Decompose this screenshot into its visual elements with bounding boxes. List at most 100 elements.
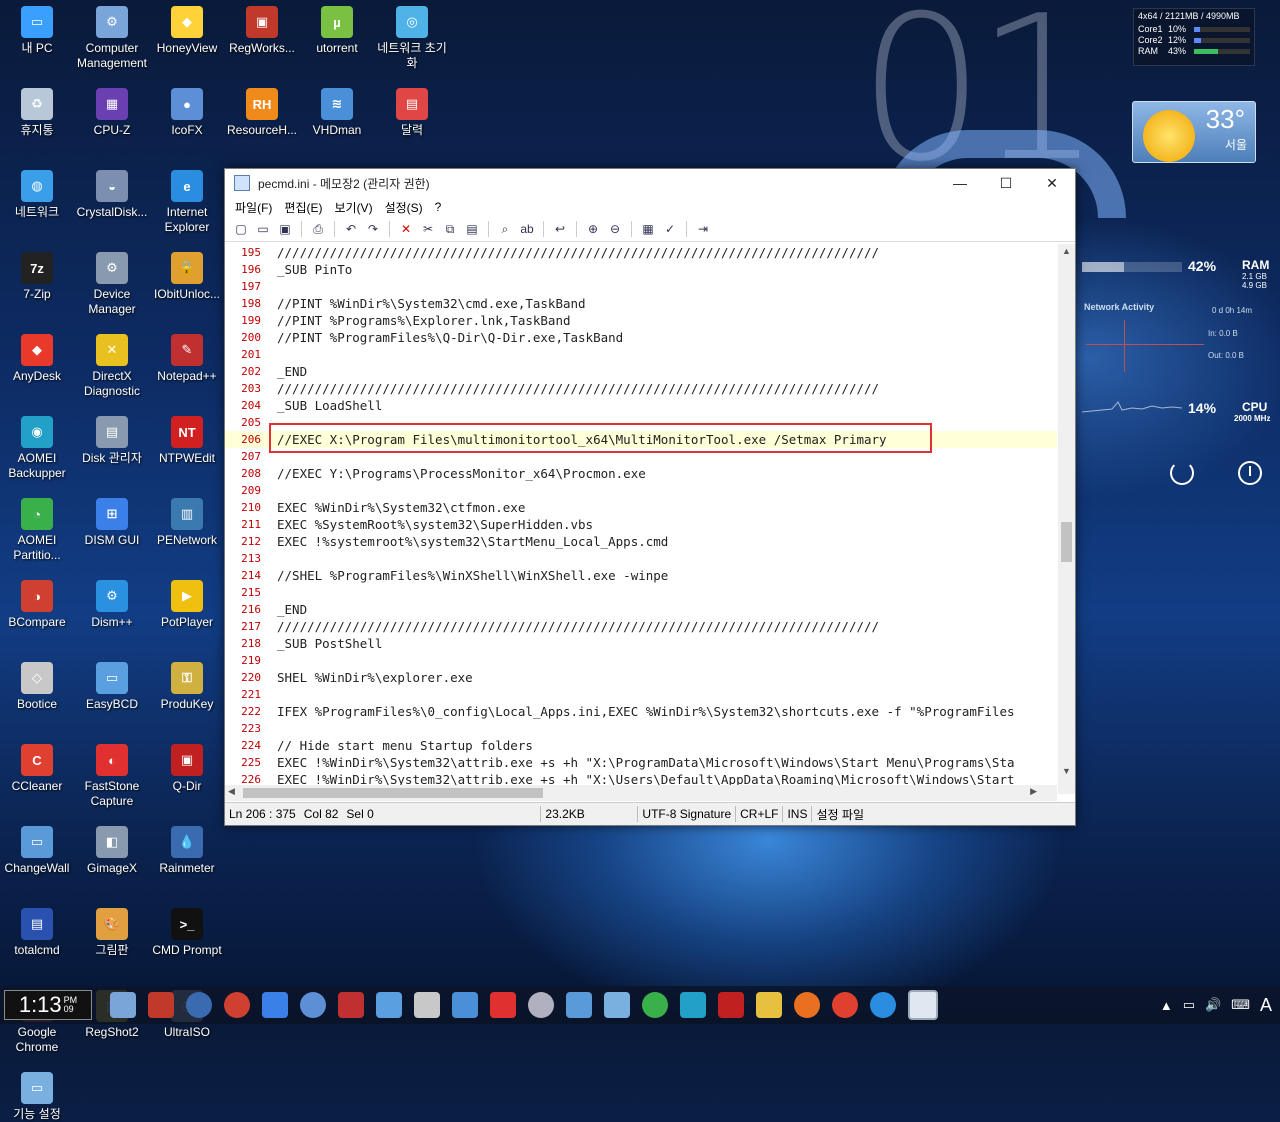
aomei-partition-taskbar-icon[interactable] [642,992,668,1018]
desktop-icon-40[interactable]: 🎨 그림판 [75,908,149,958]
word-wrap-icon[interactable]: ↩ [550,219,570,239]
taskbar-clock[interactable]: 1:13 PM 09 [4,990,92,1020]
editor-area[interactable]: 195 /////////////////////////////////////… [225,244,1057,799]
menu-help[interactable]: ? [429,200,448,214]
vertical-scrollbar[interactable]: ▲ ▼ [1058,244,1075,794]
desktop-icon-32[interactable]: ⚿ ProduKey [150,662,224,712]
desktop-icon-34[interactable]: ◐ FastStone Capture [75,744,149,809]
desktop-icon-36[interactable]: ▭ ChangeWall [0,826,74,876]
firefox-taskbar-icon[interactable] [794,992,820,1018]
vertical-scroll-thumb[interactable] [1061,522,1072,562]
desktop-icon-13[interactable]: ◒ CrystalDisk... [75,170,149,220]
copy-icon[interactable]: ⧉ [440,219,460,239]
desktop-icon-7[interactable]: ▦ CPU-Z [75,88,149,138]
desktop-icon-27[interactable]: ◑ BCompare [0,580,74,630]
print-icon[interactable]: ⎙ [308,219,328,239]
desktop-icon-38[interactable]: 💧 Rainmeter [150,826,224,876]
easybcd-taskbar-icon[interactable] [376,992,402,1018]
save-icon[interactable]: ▣ [275,219,295,239]
regworks-taskbar-icon[interactable] [148,992,174,1018]
desktop-icon-11[interactable]: ▤ 달력 [375,88,449,138]
desktop-icon-45[interactable]: ▭ 기능 설정 [0,1072,74,1122]
desktop-icon-0[interactable]: ▭ 내 PC [0,6,74,56]
close-button[interactable]: ✕ [1029,169,1075,197]
desktop-icon-14[interactable]: e Internet Explorer [150,170,224,235]
chrome-taskbar-icon[interactable] [832,992,858,1018]
desktop-icon-10[interactable]: ≋ VHDman [300,88,374,138]
internet-explorer-taskbar-icon[interactable] [870,992,896,1018]
new-file-icon[interactable]: ▢ [231,219,251,239]
vhdman-taskbar-icon[interactable] [452,992,478,1018]
exit-icon[interactable]: ⇥ [693,219,713,239]
desktop-icon-2[interactable]: ◆ HoneyView [150,6,224,56]
delete-icon[interactable]: ✕ [396,219,416,239]
desktop-icon-8[interactable]: ● IcoFX [150,88,224,138]
zoom-in-icon[interactable]: ⊕ [583,219,603,239]
network-tray-icon[interactable]: ▭ [1183,997,1195,1013]
desktop-icon-33[interactable]: C CCleaner [0,744,74,794]
desktop-icon-29[interactable]: ▶ PotPlayer [150,580,224,630]
icofx-taskbar-icon[interactable] [300,992,326,1018]
power-icon[interactable] [1238,461,1262,485]
desktop-icon-23[interactable]: NT NTPWEdit [150,416,224,466]
menu-settings[interactable]: 설정(S) [379,199,429,216]
bootice-taskbar-icon[interactable] [414,992,440,1018]
zoom-out-icon[interactable]: ⊖ [605,219,625,239]
desktop-icon-19[interactable]: ✕ DirectX Diagnostic [75,334,149,399]
restart-icon[interactable] [1170,461,1194,485]
desktop-icon-21[interactable]: ◉ AOMEI Backupper [0,416,74,481]
status-eol[interactable]: CR+LF [736,807,782,821]
maximize-button[interactable]: ☐ [983,169,1029,197]
aomei-backupper-taskbar-icon[interactable] [680,992,706,1018]
windows-taskbar-icon[interactable] [262,992,288,1018]
status-encoding[interactable]: UTF-8 Signature [638,807,735,821]
desktop-icon-25[interactable]: ⊞ DISM GUI [75,498,149,548]
network-taskbar-icon[interactable] [566,992,592,1018]
horizontal-scrollbar[interactable]: ◀ ▶ [225,785,1057,801]
recycle-taskbar-icon[interactable] [604,992,630,1018]
ime-indicator[interactable]: A [1260,995,1272,1016]
desktop-icon-26[interactable]: ▥ PENetwork [150,498,224,548]
find-icon[interactable]: ⌕ [495,219,515,239]
desktop-icon-20[interactable]: ✎ Notepad++ [150,334,224,384]
desktop-icon-18[interactable]: ◆ AnyDesk [0,334,74,384]
desktop-icon-35[interactable]: ▣ Q-Dir [150,744,224,794]
desktop-icon-39[interactable]: ▤ totalcmd [0,908,74,958]
title-bar[interactable]: pecmd.ini - 메모장2 (관리자 권한) — ☐ ✕ [225,169,1075,197]
ultraiso-taskbar-icon[interactable] [528,992,554,1018]
regshot-taskbar-icon[interactable] [338,992,364,1018]
menu-file[interactable]: 파일(F) [229,199,278,216]
desktop-icon-1[interactable]: ⚙ Computer Management [75,6,149,71]
desktop-icon-22[interactable]: ▤ Disk 관리자 [75,416,149,466]
desktop-icon-3[interactable]: ▣ RegWorks... [225,6,299,56]
desktop-icon-15[interactable]: 7z 7-Zip [0,252,74,302]
menu-edit[interactable]: 편집(E) [278,199,328,216]
desktop-icon-24[interactable]: ◔ AOMEI Partitio... [0,498,74,563]
desktop-icon-41[interactable]: >_ CMD Prompt [150,908,224,958]
bcompare-taskbar-icon[interactable] [224,992,250,1018]
desktop-icon-4[interactable]: µ utorrent [300,6,374,56]
customize-scheme-icon[interactable]: ✓ [660,219,680,239]
open-folder-icon[interactable]: ▭ [253,219,273,239]
desktop-icon-31[interactable]: ▭ EasyBCD [75,662,149,712]
desktop-icon-16[interactable]: ⚙ Device Manager [75,252,149,317]
desktop-icon-5[interactable]: ◎ 네트워크 초기화 [375,6,449,71]
cut-icon[interactable]: ✂ [418,219,438,239]
undo-icon[interactable]: ↶ [341,219,361,239]
scroll-left-icon[interactable]: ◀ [228,786,235,797]
volume-tray-icon[interactable]: 🔊 [1205,997,1221,1013]
tray-expand-icon[interactable]: ▲ [1160,998,1173,1013]
status-ins[interactable]: INS [783,807,811,821]
explorer-taskbar-icon[interactable] [756,992,782,1018]
desktop-icon-17[interactable]: 🔒 IObitUnloc... [150,252,224,302]
paste-icon[interactable]: ▤ [462,219,482,239]
replace-icon[interactable]: ab [517,219,537,239]
status-scheme[interactable]: 설정 파일 [812,806,868,823]
desktop-icon-37[interactable]: ◧ GimageX [75,826,149,876]
faststone-taskbar-icon[interactable] [490,992,516,1018]
desktop-icon-12[interactable]: ◍ 네트워크 [0,170,74,220]
desktop-icon-6[interactable]: ♻ 휴지통 [0,88,74,138]
scroll-right-icon[interactable]: ▶ [1030,786,1037,797]
desktop-icon-28[interactable]: ⚙ Dism++ [75,580,149,630]
scheme-icon[interactable]: ▦ [638,219,658,239]
